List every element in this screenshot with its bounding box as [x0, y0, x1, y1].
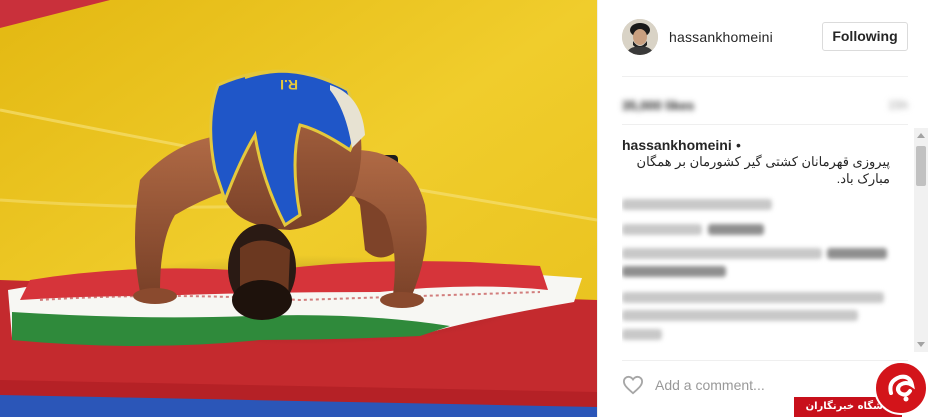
- blurred-comment: [622, 310, 858, 321]
- username[interactable]: hassankhomeini: [669, 29, 773, 45]
- likes-row: 35,000 likes 15h: [622, 96, 908, 116]
- post-time[interactable]: 15h: [888, 98, 908, 112]
- caption-separator: •: [736, 137, 741, 153]
- post-header: hassankhomeini Following: [598, 0, 929, 76]
- blurred-comment: [622, 292, 884, 303]
- blurred-comment: [622, 266, 726, 277]
- wrestler-photo: R.I: [0, 0, 597, 417]
- likes-count[interactable]: 35,000 likes: [622, 98, 694, 113]
- comments-list: hassankhomeini • پیروزی قهرمانان کشتی گی…: [622, 132, 908, 354]
- scroll-down-icon[interactable]: [917, 342, 925, 347]
- caption-username[interactable]: hassankhomeini: [622, 137, 732, 153]
- scroll-thumb[interactable]: [916, 146, 926, 186]
- heart-icon[interactable]: [622, 375, 644, 395]
- watermark-logo: [874, 361, 928, 415]
- avatar[interactable]: [622, 19, 658, 55]
- post-photo[interactable]: R.I: [0, 0, 597, 417]
- caption-text: پیروزی قهرمانان کشتی گیر کشورمان بر همگا…: [636, 154, 890, 186]
- blurred-comment: [622, 329, 662, 340]
- blurred-comment: [827, 248, 887, 259]
- comments-scrollbar[interactable]: [914, 128, 928, 352]
- blurred-comment: [622, 199, 772, 210]
- comment-input[interactable]: [655, 375, 815, 395]
- blurred-comment: [622, 224, 702, 235]
- divider: [622, 360, 908, 361]
- blurred-comment: [708, 224, 764, 235]
- post-details-panel: hassankhomeini Following 35,000 likes 15…: [597, 0, 929, 417]
- svg-text:R.I: R.I: [280, 77, 298, 93]
- scroll-up-icon[interactable]: [917, 133, 925, 138]
- following-button[interactable]: Following: [822, 22, 908, 51]
- divider: [622, 76, 908, 77]
- divider: [622, 124, 908, 125]
- blurred-comment: [622, 248, 822, 259]
